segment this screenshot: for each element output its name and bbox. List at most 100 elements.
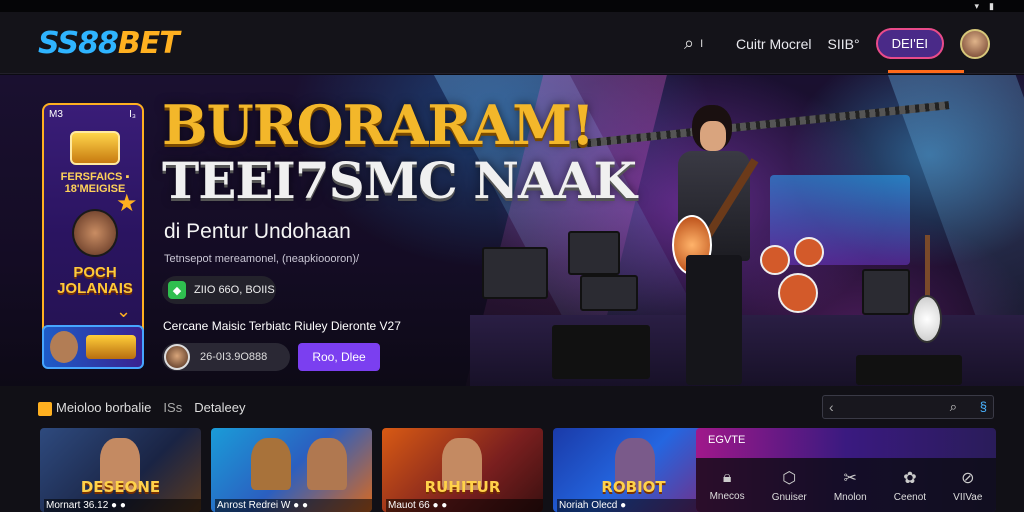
stage-monitor: [856, 355, 962, 385]
header-nav: ⌕ I Cuitr Mocrel SIIB° DEI'EI: [684, 28, 990, 59]
category-title[interactable]: Meioloo borbalie: [38, 400, 151, 416]
bottom-tab-bar: 🔒︎ Mnecos ⬡ Gnuiser ✂ Mnolon ✿ Ceenot ⊘ …: [696, 458, 996, 512]
amplifier: [580, 275, 638, 311]
game-card-title: ROBIOT: [601, 478, 666, 496]
filter-icon[interactable]: §: [980, 399, 987, 414]
hero-headline: BURORARAM! TEEI7SMC NAAK: [162, 93, 637, 210]
status-icons: ▾ ▮: [975, 1, 994, 12]
guitarist-figure: [668, 105, 760, 385]
site-logo[interactable]: SS88BET: [38, 26, 180, 61]
login-underline: [888, 70, 964, 73]
game-character: [307, 438, 347, 490]
side-panel: EGVTE 🔒︎ Mnecos ⬡ Gnuiser ✂ Mnolon ✿ Cee…: [696, 428, 996, 512]
bonus-pill[interactable]: ◆ ZIIO 66O, BOIIS: [162, 276, 276, 304]
guitar-neck: [925, 235, 930, 299]
stage-monitor: [552, 325, 650, 379]
treasure-chest-icon: [86, 335, 136, 359]
drum: [760, 245, 790, 275]
promo-corner-right: I₃: [129, 109, 136, 120]
games-section: Meioloo borbalie ISs Detaleey ‹ ⌕ § DESE…: [0, 386, 1024, 512]
guitarist-face: [700, 121, 726, 151]
drum-kit: [760, 225, 860, 325]
search-icon[interactable]: ⌕: [950, 399, 957, 415]
tab-item-label: Mnolon: [833, 491, 867, 503]
tab-item-label: Ceenot: [893, 491, 927, 503]
game-card[interactable]: Anrost Redrei W ● ●: [211, 428, 372, 512]
game-card-title: RUHITUR: [424, 478, 501, 496]
user-pill[interactable]: 26-0I3.9O888: [162, 343, 290, 371]
guitar-body: [912, 295, 942, 343]
category-icon: [38, 401, 52, 416]
game-search-input[interactable]: ‹ ⌕ §: [822, 395, 994, 419]
bonus-pill-text: ZIIO 66O, BOIIS: [194, 284, 275, 296]
game-card[interactable]: DESEONE Mornart 36.12 ● ●: [40, 428, 201, 512]
user-pill-text: 26-0I3.9O888: [200, 351, 268, 363]
hero-note: Cercane Maisic Terbiatc Riuley Dieronte …: [163, 319, 401, 333]
side-panel-title: EGVTE: [708, 434, 746, 446]
game-card-label: Anrost Redrei W ● ●: [215, 499, 372, 512]
tab-item-5[interactable]: ⊘ VIIVae: [953, 468, 982, 503]
tab-item-label: Gnuiser: [771, 491, 807, 503]
scissors-icon: ✂: [843, 469, 857, 487]
promo-character: [50, 331, 78, 363]
gift-icon: ✿: [903, 469, 917, 487]
hero-banner: M3 I₃ FERSFAICS ▪ 18'MEIGISE ★ POCH JOLA…: [0, 75, 1024, 386]
headline-line-1: BURORARAM!: [162, 93, 595, 157]
hero-subheading: di Pentur Undohaan: [164, 220, 351, 243]
battery-icon: ▮: [989, 1, 994, 11]
standing-guitar: [912, 235, 942, 355]
amplifier: [482, 247, 548, 299]
promo-title: POCH JOLANAIS: [57, 264, 133, 297]
logo-text-part1: SS88: [38, 26, 119, 61]
game-list: DESEONE Mornart 36.12 ● ● Anrost Redrei …: [40, 428, 714, 512]
user-avatar[interactable]: [960, 28, 990, 59]
chevron-left-icon[interactable]: ‹: [829, 399, 834, 415]
tab-item-1[interactable]: 🔒︎ Mnecos: [710, 469, 745, 502]
game-card-title: DESEONE: [80, 478, 161, 496]
wifi-icon: ▾: [974, 1, 980, 11]
category-link[interactable]: Detaleey: [194, 400, 245, 415]
promo-card-secondary[interactable]: [42, 325, 144, 369]
play-button[interactable]: Roo, Dlee: [298, 343, 380, 371]
promo-character: [72, 209, 118, 257]
cube-icon: ⬡: [782, 469, 797, 487]
search-suffix-text: I: [700, 37, 704, 50]
system-status-bar: ▾ ▮: [0, 0, 1024, 12]
category-row: Meioloo borbalie ISs Detaleey: [38, 400, 246, 416]
logo-text-part2: BET: [117, 26, 180, 61]
guitarist-legs: [686, 255, 742, 385]
amplifier: [862, 269, 910, 315]
user-avatar: [164, 344, 190, 370]
game-card-label: Mauot 66 ● ●: [386, 499, 543, 512]
nav-item-1[interactable]: Cuitr Mocrel: [736, 36, 811, 52]
promo-corner-left: M3: [49, 109, 63, 120]
star-icon: ★: [116, 190, 138, 217]
hero-tagline: Tetnsepot mereamonel, (neapkioooron)/: [164, 253, 360, 265]
tab-item-3[interactable]: ✂ Mnolon: [834, 468, 867, 503]
nav-item-2[interactable]: SIIB°: [828, 36, 860, 52]
tab-item-4[interactable]: ✿ Ceenot: [894, 468, 926, 503]
lock-icon: 🔒︎: [722, 468, 732, 486]
headline-line-2: TEEI7SMC NAAK: [162, 151, 637, 210]
tab-item-label: Mnecos: [709, 490, 745, 502]
game-card-label: Mornart 36.12 ● ●: [44, 499, 201, 512]
game-card[interactable]: RUHITUR Mauot 66 ● ●: [382, 428, 543, 512]
search-icon: ⌕: [684, 33, 695, 53]
top-navigation-bar: SS88BET ⌕ I Cuitr Mocrel SIIB° DEI'EI: [0, 12, 1024, 74]
category-title-text: Meioloo borbalie: [56, 400, 152, 415]
amplifier: [568, 231, 620, 275]
game-card-label: Noriah Olecd ●: [557, 499, 714, 512]
drum: [794, 237, 824, 267]
game-character: [251, 438, 291, 490]
header-search-button[interactable]: ⌕ I: [684, 33, 720, 54]
tab-item-label: VIIVae: [953, 491, 983, 503]
ban-icon: ⊘: [961, 469, 975, 487]
category-divider-text: ISs: [163, 400, 183, 416]
game-card[interactable]: ROBIOT Noriah Olecd ●: [553, 428, 714, 512]
tab-item-2[interactable]: ⬡ Gnuiser: [772, 468, 807, 503]
chevron-down-icon: ⌄: [116, 301, 132, 321]
treasure-chest-icon: [70, 131, 120, 165]
drum: [778, 273, 818, 313]
tag-icon: ◆: [168, 281, 186, 299]
login-button[interactable]: DEI'EI: [875, 28, 944, 59]
